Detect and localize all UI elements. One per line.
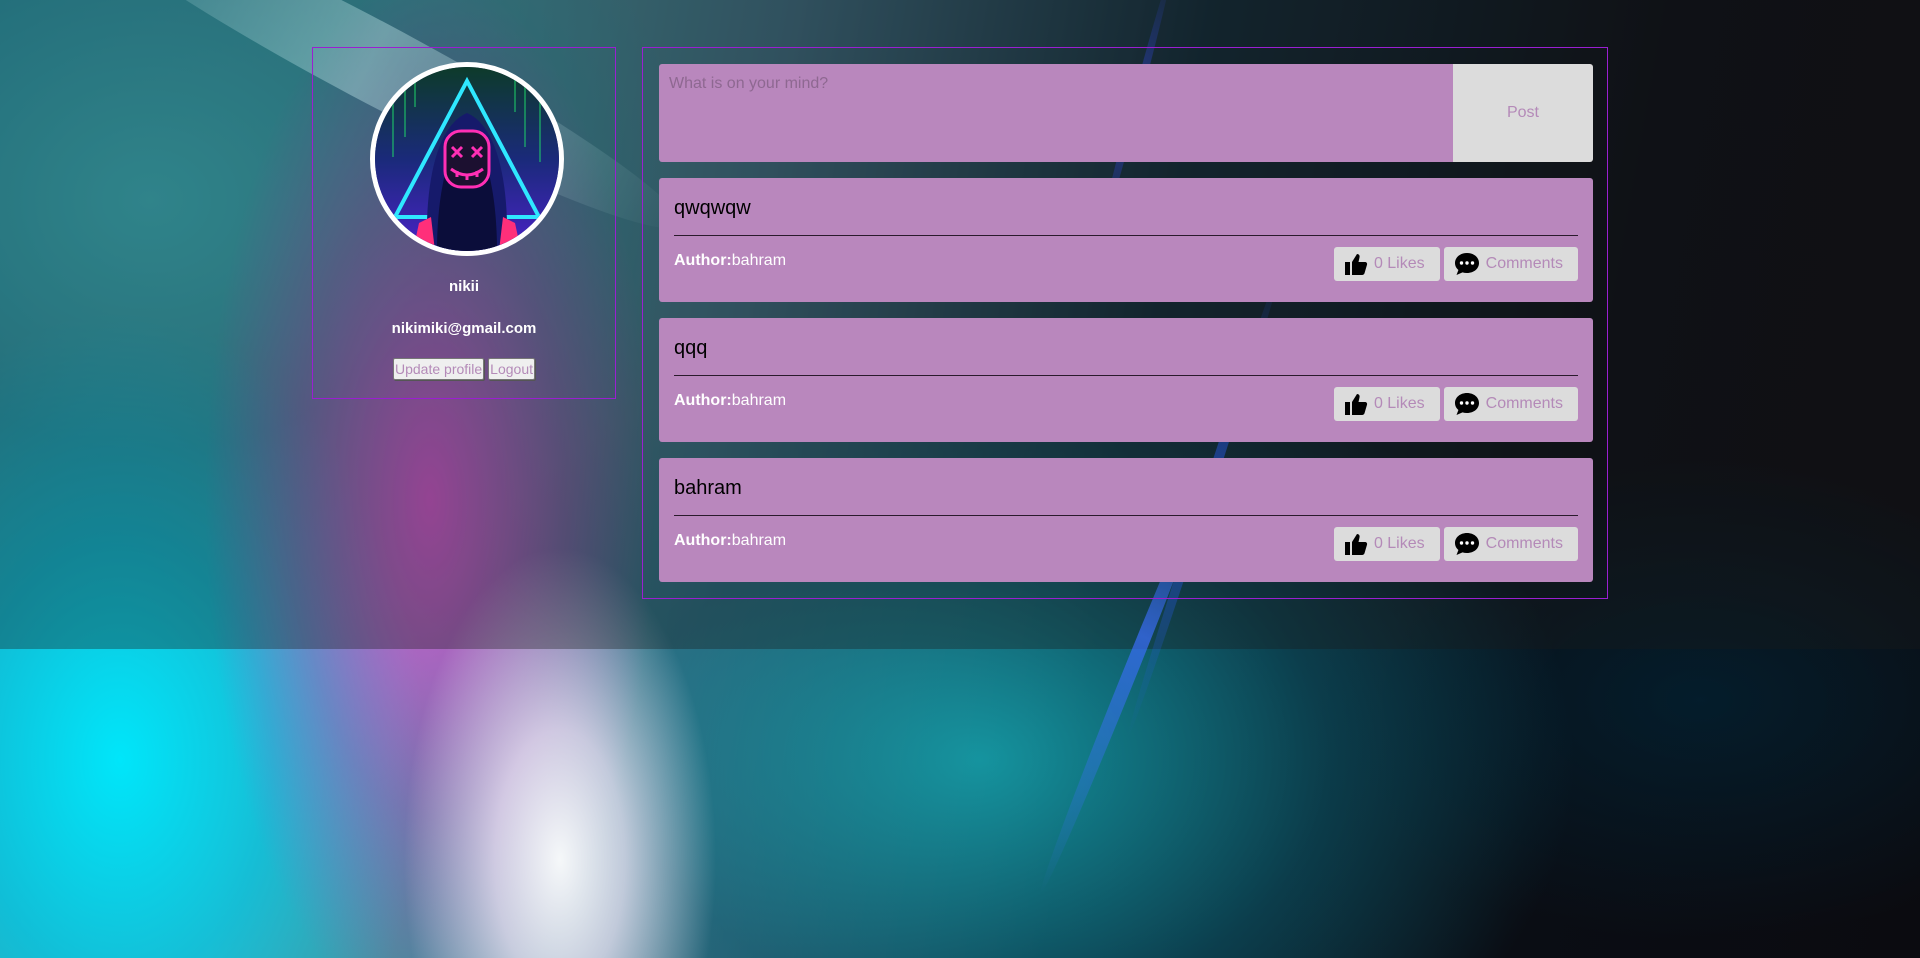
speech-bubble-icon (1454, 252, 1480, 276)
author-name: bahram (731, 392, 787, 409)
post-author: Author:bahram (674, 392, 786, 410)
comments-label: Comments (1485, 535, 1563, 552)
author-label: Author: (674, 532, 732, 549)
comments-button[interactable]: Comments (1443, 527, 1578, 561)
logout-button[interactable]: Logout (488, 358, 535, 380)
update-profile-button[interactable]: Update profile (393, 358, 485, 380)
comments-label: Comments (1485, 395, 1563, 412)
post-actions: 0 Likes Comments (1333, 247, 1578, 281)
post-card: qqq Author:bahram 0 Likes Comments (659, 318, 1593, 442)
post-input[interactable] (659, 64, 1453, 162)
author-label: Author: (674, 392, 732, 409)
thumbs-up-icon (1344, 532, 1368, 556)
author-name: bahram (731, 532, 787, 549)
feed-panel: Post qwqwqw Author:bahram 0 Likes Commen… (642, 47, 1608, 599)
post-author: Author:bahram (674, 252, 786, 270)
like-button[interactable]: 0 Likes (1333, 527, 1440, 561)
likes-count: 0 Likes (1373, 535, 1425, 552)
post-actions: 0 Likes Comments (1333, 387, 1578, 421)
post-composer: Post (659, 64, 1593, 162)
profile-name: nikii (448, 278, 479, 295)
author-name: bahram (731, 252, 787, 269)
post-card: bahram Author:bahram 0 Likes Comments (659, 458, 1593, 582)
post-title: bahram (674, 477, 742, 499)
post-divider (674, 515, 1578, 516)
like-button[interactable]: 0 Likes (1333, 247, 1440, 281)
post-divider (674, 375, 1578, 376)
author-label: Author: (674, 252, 732, 269)
comments-label: Comments (1485, 255, 1563, 272)
likes-count: 0 Likes (1373, 395, 1425, 412)
thumbs-up-icon (1344, 392, 1368, 416)
post-author: Author:bahram (674, 532, 786, 550)
like-button[interactable]: 0 Likes (1333, 387, 1440, 421)
post-actions: 0 Likes Comments (1333, 527, 1578, 561)
post-divider (674, 235, 1578, 236)
comments-button[interactable]: Comments (1443, 387, 1578, 421)
hooded-figure-icon (375, 67, 559, 251)
comments-button[interactable]: Comments (1443, 247, 1578, 281)
post-card: qwqwqw Author:bahram 0 Likes Comments (659, 178, 1593, 302)
speech-bubble-icon (1454, 532, 1480, 556)
speech-bubble-icon (1454, 392, 1480, 416)
avatar (370, 62, 564, 256)
profile-email: nikimiki@gmail.com (391, 320, 537, 337)
profile-actions: Update profile Logout (313, 358, 615, 380)
post-title: qqq (674, 337, 708, 359)
post-button[interactable]: Post (1453, 64, 1593, 162)
profile-panel: nikii nikimiki@gmail.com Update profile … (312, 47, 616, 399)
thumbs-up-icon (1344, 252, 1368, 276)
post-title: qwqwqw (674, 197, 751, 219)
likes-count: 0 Likes (1373, 255, 1425, 272)
